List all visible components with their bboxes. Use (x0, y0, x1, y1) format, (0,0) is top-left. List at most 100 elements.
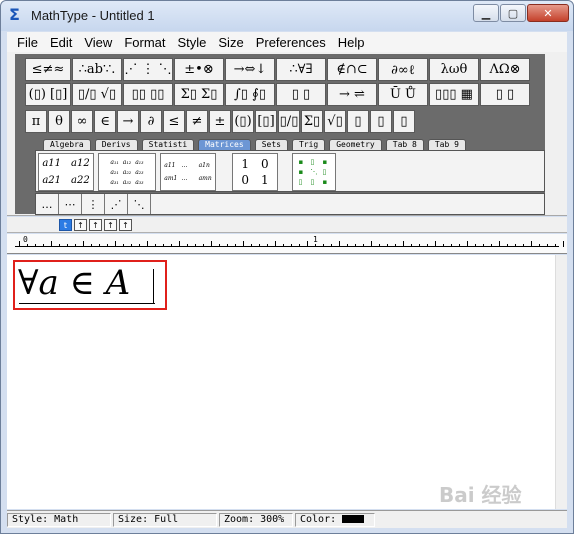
maximize-button[interactable]: ▢ (500, 4, 526, 22)
menu-style[interactable]: Style (171, 35, 212, 50)
matrix-entry: … (181, 175, 188, 182)
ruler-tick (147, 241, 148, 247)
underbar-overbar-templates-button[interactable]: ▯ ▯ (276, 83, 326, 106)
identity-matrix-template[interactable]: 1 0 0 1 (232, 153, 278, 191)
labeled-arrow-templates-button[interactable]: → ⇌ (327, 83, 377, 106)
brackets-button[interactable]: [▯] (255, 110, 277, 133)
dots-template-row: … ⋯ ⋮ ⋰ ⋱ (35, 193, 545, 215)
matrix-3x3-template[interactable]: a₁₁ a₁₂ a₁₃ a₂₁ a₂₂ a₂₃ a₃₁ a₃₂ a₃₃ (98, 153, 156, 191)
close-button[interactable]: ✕ (527, 4, 569, 22)
operators-palette-button[interactable]: ±•⊗ (174, 58, 224, 81)
midline-ellipsis-button[interactable]: ⋯ (59, 194, 82, 214)
set-theory-palette-button[interactable]: ∉∩⊂ (327, 58, 377, 81)
menu-view[interactable]: View (78, 35, 118, 50)
ruler-tick (67, 244, 68, 247)
ruler-tick (275, 241, 276, 247)
summation-button[interactable]: Σ▯ (301, 110, 323, 133)
plus-minus-button[interactable]: ± (209, 110, 231, 133)
tab-8[interactable]: Tab 8 (385, 139, 424, 150)
menu-help[interactable]: Help (332, 35, 371, 50)
ruler-tick (91, 244, 92, 247)
partitioned-matrix-template[interactable]: ▪ ▯ ▪ ▪ ⋱ ▯ ▯ ▯ ▪ (292, 153, 336, 191)
embellishments-palette-button[interactable]: ⋰ ⋮ ⋱ (123, 58, 173, 81)
menu-preferences[interactable]: Preferences (250, 35, 332, 50)
nav-up-arrow-icon[interactable]: ↑ (74, 219, 87, 231)
radical-button[interactable]: √▯ (324, 110, 346, 133)
tab-geometry[interactable]: Geometry (329, 139, 382, 150)
products-templates-button[interactable]: Ū Ů (378, 83, 428, 106)
tab-statistics[interactable]: Statisti (141, 139, 195, 150)
fraction-radical-templates-button[interactable]: ▯/▯ √▯ (72, 83, 122, 106)
nav-up-arrow-icon[interactable]: ↑ (119, 219, 132, 231)
subscript-superscript-templates-button[interactable]: ▯▯ ▯▯ (123, 83, 173, 106)
relations-palette-button[interactable]: ≤≠≈ (25, 58, 71, 81)
diagonal-down-ellipsis-button[interactable]: ⋱ (128, 194, 151, 214)
arrow-button[interactable]: → (117, 110, 139, 133)
baidu-watermark: Bai 经验 (439, 483, 522, 507)
misc-symbols-palette-button[interactable]: ∂∞ℓ (378, 58, 428, 81)
window-title: MathType - Untitled 1 (31, 8, 155, 23)
ruler-tick (531, 241, 532, 247)
ruler-tick (35, 244, 36, 247)
menu-format[interactable]: Format (118, 35, 171, 50)
element-of-button[interactable]: ∈ (94, 110, 116, 133)
ruler-tick (187, 244, 188, 247)
diagonal-up-ellipsis-button[interactable]: ⋰ (105, 194, 128, 214)
tab-derivs[interactable]: Derivs (94, 139, 138, 150)
infinity-button[interactable]: ∞ (71, 110, 93, 133)
box-templates-button[interactable]: ▯ ▯ (480, 83, 530, 106)
ruler-mark-0: 0 (23, 235, 28, 244)
spaces-ellipses-palette-button[interactable]: ∴ab∵. (72, 58, 122, 81)
ruler-tick (523, 244, 524, 247)
menu-file[interactable]: File (11, 35, 44, 50)
integral-templates-button[interactable]: ∫▯ ∮▯ (225, 83, 275, 106)
tab-trig[interactable]: Trig (291, 139, 326, 150)
nav-up-arrow-icon[interactable]: ↑ (89, 219, 102, 231)
nav-button-tab[interactable]: t (59, 219, 72, 231)
greek-lower-palette-button[interactable]: λωθ (429, 58, 479, 81)
greek-upper-palette-button[interactable]: ΛΩ⊗ (480, 58, 530, 81)
ruler-tick (163, 244, 164, 247)
tab-matrices[interactable]: Matrices (198, 139, 251, 150)
menu-size[interactable]: Size (212, 35, 249, 50)
partial-button[interactable]: ∂ (140, 110, 162, 133)
ruler-tick (243, 241, 244, 247)
matrix-entry: 0 (241, 173, 249, 187)
menu-edit[interactable]: Edit (44, 35, 78, 50)
ellipsis-button[interactable]: … (36, 194, 59, 214)
nav-up-arrow-icon[interactable]: ↑ (104, 219, 117, 231)
ruler-tick (315, 244, 316, 247)
matrix-entry: 0 (261, 157, 269, 171)
arrows-palette-button[interactable]: →⇔↓ (225, 58, 275, 81)
superscript-button[interactable]: ▯ (347, 110, 369, 133)
fraction-button[interactable]: ▯/▯ (278, 110, 300, 133)
less-equal-button[interactable]: ≤ (163, 110, 185, 133)
logical-palette-button[interactable]: ∴∀∃ (276, 58, 326, 81)
tab-9[interactable]: Tab 9 (427, 139, 466, 150)
ruler-tick (419, 244, 420, 247)
status-style: Style: Math (7, 512, 111, 527)
sub-superscript-button[interactable]: ▯ (393, 110, 415, 133)
fence-templates-button[interactable]: (▯) [▯] (25, 83, 71, 106)
matrix-templates-button[interactable]: ▯▯▯ ▦ (429, 83, 479, 106)
ruler-tick (171, 244, 172, 247)
ruler-tick (59, 244, 60, 247)
not-equal-button[interactable]: ≠ (186, 110, 208, 133)
summation-templates-button[interactable]: Σ▯ Σ▯ (174, 83, 224, 106)
matrix-2x2-template[interactable]: a11 a12 a21 a22 (38, 153, 94, 191)
subscript-button[interactable]: ▯ (370, 110, 392, 133)
vertical-ellipsis-button[interactable]: ⋮ (82, 194, 105, 214)
ruler-tick (139, 244, 140, 247)
pi-button[interactable]: π (25, 110, 47, 133)
parentheses-button[interactable]: (▯) (232, 110, 254, 133)
vertical-scrollbar[interactable] (555, 255, 567, 509)
theta-button[interactable]: θ (48, 110, 70, 133)
matrix-entry: 1 (241, 157, 249, 171)
tab-algebra[interactable]: Algebra (43, 139, 91, 150)
equation-content[interactable]: ∀a ∈ A (18, 263, 130, 303)
ruler-tick (515, 244, 516, 247)
tab-sets[interactable]: Sets (254, 139, 288, 150)
minimize-button[interactable]: ▁ (473, 4, 499, 22)
matrix-mxn-template[interactable]: a11 … a1n am1 … amn (160, 153, 216, 191)
ruler-tick (379, 244, 380, 247)
